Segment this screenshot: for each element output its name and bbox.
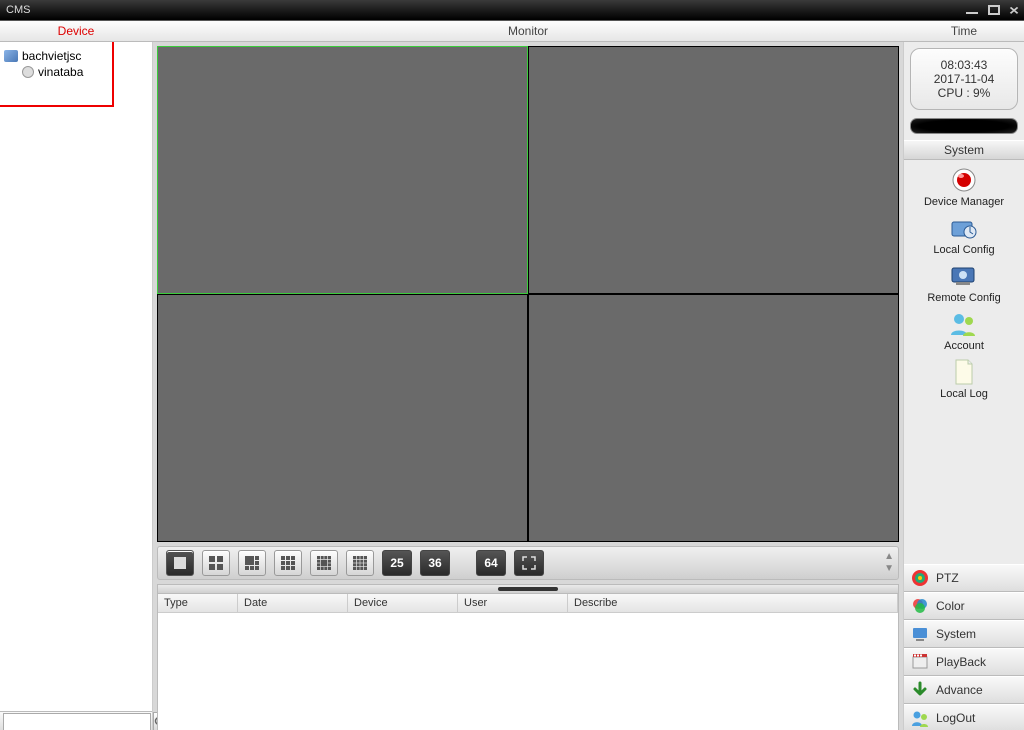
local-config-button[interactable]: Local Config	[933, 214, 994, 256]
device-search-bar	[0, 711, 152, 730]
video-cell-1[interactable]	[157, 46, 528, 294]
scroll-down-button[interactable]: ▼	[884, 564, 894, 574]
tree-child-item[interactable]: vinataba	[4, 64, 148, 80]
log-col-type[interactable]: Type	[158, 594, 238, 612]
device-search-input[interactable]	[3, 713, 151, 730]
logout-tab[interactable]: LogOut	[904, 704, 1024, 730]
clock-time: 08:03:43	[941, 58, 988, 72]
main-area: bachvietjsc vinataba	[0, 42, 1024, 730]
right-panel: 08:03:43 2017-11-04 CPU : 9% System Devi…	[903, 42, 1024, 730]
log-col-device[interactable]: Device	[348, 594, 458, 612]
layout-4-button[interactable]	[202, 550, 230, 576]
log-col-describe[interactable]: Describe	[568, 594, 898, 612]
time-header-label: Time	[904, 24, 1024, 38]
tree-child-label: vinataba	[38, 65, 83, 79]
window-controls: ×	[966, 3, 1018, 17]
color-icon	[910, 596, 930, 616]
close-button[interactable]: ×	[1009, 3, 1019, 17]
layout-1-button[interactable]	[166, 550, 194, 576]
log-col-user[interactable]: User	[458, 594, 568, 612]
system-icon	[910, 624, 930, 644]
status-progress-bar	[910, 118, 1018, 134]
layout-13-button[interactable]	[310, 550, 338, 576]
video-cell-4[interactable]	[528, 294, 899, 542]
local-config-label: Local Config	[933, 244, 994, 256]
ptz-icon	[910, 568, 930, 588]
video-cell-2[interactable]	[528, 46, 899, 294]
device-tree[interactable]: bachvietjsc vinataba	[0, 42, 152, 711]
monitor-header-label: Monitor	[152, 24, 904, 38]
log-col-date[interactable]: Date	[238, 594, 348, 612]
video-grid	[157, 46, 899, 542]
layout-6-button[interactable]	[238, 550, 266, 576]
remote-config-icon	[949, 262, 979, 290]
right-spacer	[904, 406, 1024, 564]
logout-icon	[910, 708, 930, 728]
layout-25-button[interactable]: 25	[382, 550, 412, 576]
ptz-label: PTZ	[936, 571, 959, 585]
log-panel: Type Date Device User Describe	[157, 584, 899, 730]
playback-label: PlayBack	[936, 655, 986, 669]
node-icon	[4, 50, 18, 62]
video-cell-3[interactable]	[157, 294, 528, 542]
account-button[interactable]: Account	[944, 310, 984, 352]
title-bar: CMS ×	[0, 0, 1024, 21]
account-label: Account	[944, 340, 984, 352]
layout-9-button[interactable]	[274, 550, 302, 576]
local-log-icon	[949, 358, 979, 386]
side-tabs: PTZ Color System PlayBack	[904, 564, 1024, 730]
scroll-up-button[interactable]: ▲	[884, 552, 894, 562]
local-log-button[interactable]: Local Log	[940, 358, 988, 400]
camera-icon	[22, 66, 34, 78]
remote-config-label: Remote Config	[927, 292, 1000, 304]
section-headers: Device Monitor Time	[0, 21, 1024, 42]
color-label: Color	[936, 599, 965, 613]
record-icon	[949, 166, 979, 194]
playback-tab[interactable]: PlayBack	[904, 648, 1024, 676]
fullscreen-button[interactable]	[514, 550, 544, 576]
advance-label: Advance	[936, 683, 983, 697]
clock-date: 2017-11-04	[934, 72, 995, 86]
device-header-label: Device	[0, 24, 152, 38]
system-section-header: System	[904, 140, 1024, 160]
toolbar-scroll-arrows: ▲ ▼	[884, 547, 894, 579]
log-body[interactable]	[158, 613, 898, 730]
clock-box: 08:03:43 2017-11-04 CPU : 9%	[910, 48, 1018, 110]
device-manager-button[interactable]: Device Manager	[924, 166, 1004, 208]
maximize-button[interactable]	[988, 5, 1000, 15]
system-icons: Device Manager Local Config Remote Confi…	[904, 160, 1024, 406]
color-tab[interactable]: Color	[904, 592, 1024, 620]
log-header-row: Type Date Device User Describe	[158, 594, 898, 613]
advance-icon	[910, 680, 930, 700]
layout-36-button[interactable]: 36	[420, 550, 450, 576]
local-config-icon	[949, 214, 979, 242]
remote-config-button[interactable]: Remote Config	[927, 262, 1000, 304]
center-column: 25 36 64 ▲ ▼ Type Date Device User Des	[153, 42, 903, 730]
ptz-tab[interactable]: PTZ	[904, 564, 1024, 592]
playback-icon	[910, 652, 930, 672]
system-tab[interactable]: System	[904, 620, 1024, 648]
system-tab-label: System	[936, 627, 976, 641]
window-title: CMS	[6, 4, 30, 16]
layout-16-button[interactable]	[346, 550, 374, 576]
advance-tab[interactable]: Advance	[904, 676, 1024, 704]
log-drag-handle[interactable]	[158, 585, 898, 594]
device-panel: bachvietjsc vinataba	[0, 42, 153, 730]
minimize-button[interactable]	[966, 12, 978, 14]
account-icon	[949, 310, 979, 338]
device-manager-label: Device Manager	[924, 196, 1004, 208]
local-log-label: Local Log	[940, 388, 988, 400]
tree-root-item[interactable]: bachvietjsc	[4, 48, 148, 64]
layout-64-button[interactable]: 64	[476, 550, 506, 576]
clock-cpu: CPU : 9%	[938, 86, 991, 100]
layout-toolbar: 25 36 64 ▲ ▼	[157, 546, 899, 580]
logout-label: LogOut	[936, 711, 975, 725]
tree-root-label: bachvietjsc	[22, 49, 81, 63]
